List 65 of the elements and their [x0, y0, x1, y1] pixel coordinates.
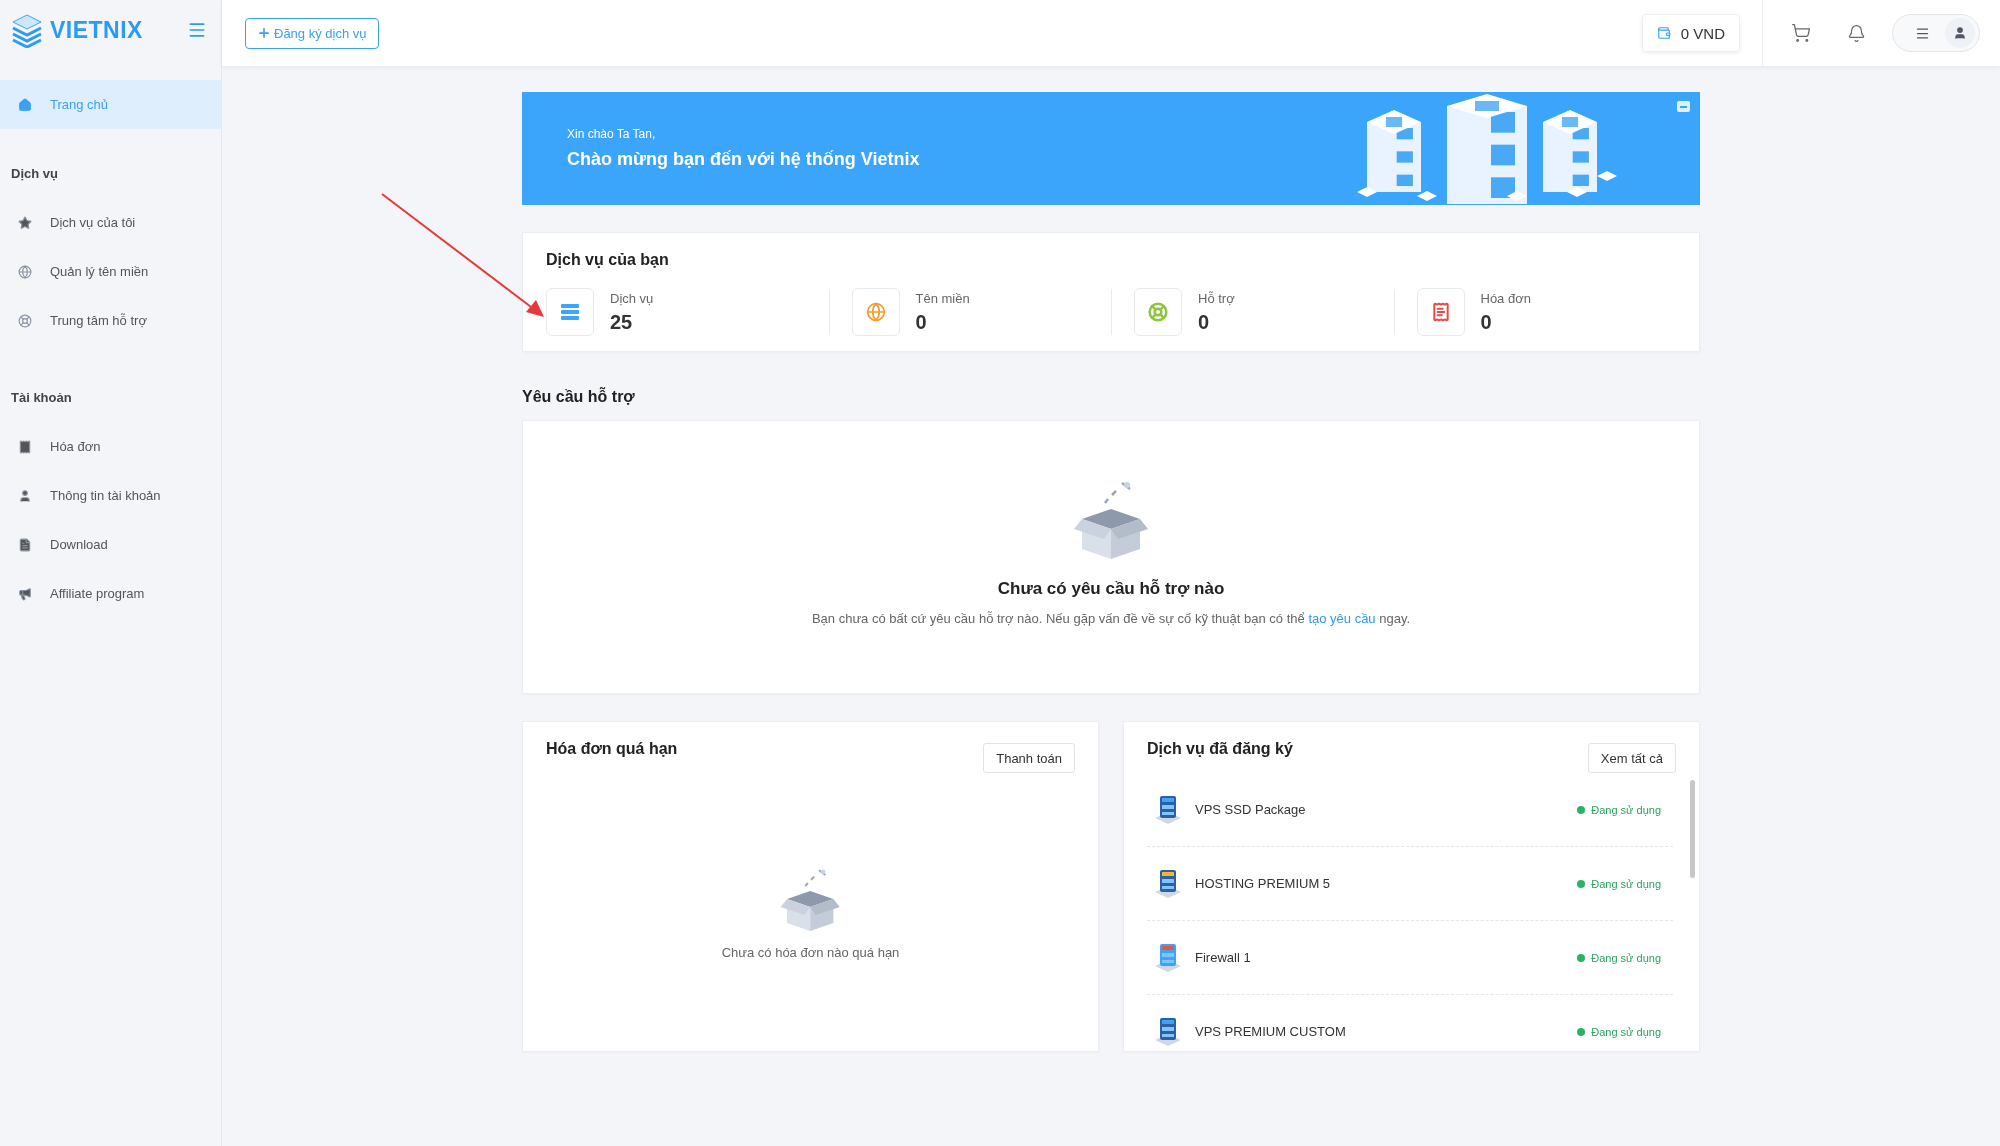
service-row[interactable]: VPS PREMIUM CUSTOM Đang sử dụng	[1147, 995, 1673, 1051]
status-text: Đang sử dụng	[1591, 951, 1661, 964]
service-name: HOSTING PREMIUM 5	[1195, 876, 1332, 891]
wallet-icon	[1656, 26, 1671, 40]
sidebar-item[interactable]: Trung tâm hỗ trợ	[0, 296, 221, 345]
user-avatar[interactable]	[1945, 18, 1975, 48]
receipt-icon	[18, 439, 32, 454]
service-row[interactable]: Firewall 1 Đang sử dụng	[1147, 921, 1673, 995]
lifebuoy-icon	[1148, 302, 1168, 322]
menu-icon[interactable]	[187, 20, 207, 40]
server-stack-icon	[1153, 867, 1183, 900]
star-icon	[18, 215, 32, 230]
stat-label: Hỗ trợ	[1198, 290, 1235, 306]
collapse-button[interactable]	[1677, 101, 1690, 112]
sidebar-item[interactable]: Thông tin tài khoản	[0, 471, 221, 520]
stat-value: 0	[1198, 310, 1211, 334]
greeting-text: Xin chào Ta Tan,	[567, 127, 657, 141]
service-name: VPS SSD Package	[1195, 802, 1307, 817]
sidebar-item[interactable]: Dịch vụ của tôi	[0, 198, 221, 247]
section-heading: Tài khoản	[10, 389, 73, 407]
banner-title: Chào mừng bạn đến với hệ thống Vietnix	[567, 149, 920, 170]
server-stack-icon	[1153, 941, 1183, 974]
stat-value: 0	[1480, 310, 1493, 334]
server-stack-icon	[1153, 1015, 1183, 1048]
panel-title: Hóa đơn quá hạn	[546, 740, 678, 758]
server-icon	[560, 303, 580, 321]
service-name: Firewall 1	[1195, 950, 1252, 965]
lifebuoy-icon	[18, 313, 32, 328]
user-icon	[18, 488, 32, 503]
empty-message: Chưa có hóa đơn nào quá hạn	[721, 944, 900, 960]
card-title: Dịch vụ của bạn	[546, 251, 670, 269]
stat-label: Dịch vụ	[610, 290, 654, 306]
empty-message: Bạn chưa có bất cứ yêu cầu hỗ trợ nào. Nếu gặp vấn đề về sự cố kỹ thuật bạn có thể tạo yêu cầu ngay.	[811, 611, 1411, 626]
sidebar-item[interactable]: Affiliate program	[0, 569, 221, 618]
empty-title: Chưa có yêu cầu hỗ trợ nào	[997, 579, 1225, 599]
sidebar-item[interactable]: Download	[0, 520, 221, 569]
service-name: VPS PREMIUM CUSTOM	[1195, 1024, 1347, 1039]
view-all-button[interactable]: Xem tất cả	[1587, 743, 1676, 773]
globe-icon	[18, 264, 32, 279]
megaphone-icon	[18, 586, 32, 601]
service-row[interactable]: VPS SSD Package Đang sử dụng	[1147, 773, 1673, 847]
balance-display[interactable]: 0 VND	[1641, 14, 1740, 52]
stat-label: Tên miền	[915, 290, 970, 306]
stat-value: 0	[915, 310, 928, 334]
brand-name: VIETNIX	[50, 16, 143, 44]
status-text: Đang sử dụng	[1591, 1025, 1661, 1038]
section-heading: Dịch vụ	[10, 165, 59, 183]
home-icon	[18, 97, 32, 112]
globe-icon	[865, 302, 886, 322]
panel-title: Dịch vụ đã đăng ký	[1147, 740, 1293, 758]
server-stack-icon	[1153, 793, 1183, 826]
open-box-drawing	[779, 867, 842, 933]
receipt-icon	[1430, 302, 1451, 322]
stat-label: Hóa đơn	[1480, 290, 1531, 306]
status-text: Đang sử dụng	[1591, 803, 1661, 816]
stacked-layers-logo-icon	[10, 12, 44, 48]
status-text: Đang sử dụng	[1591, 877, 1661, 890]
sidebar-item[interactable]: Hóa đơn	[0, 422, 221, 471]
service-row[interactable]: HOSTING PREMIUM 5 Đang sử dụng	[1147, 847, 1673, 921]
plus-icon	[257, 26, 271, 40]
stat-value: 25	[610, 310, 634, 334]
file-icon	[18, 537, 32, 552]
sidebar-item[interactable]: Quản lý tên miền	[0, 247, 221, 296]
pay-button[interactable]: Thanh toán	[983, 743, 1075, 773]
section-title: Yêu cầu hỗ trợ	[522, 388, 636, 406]
